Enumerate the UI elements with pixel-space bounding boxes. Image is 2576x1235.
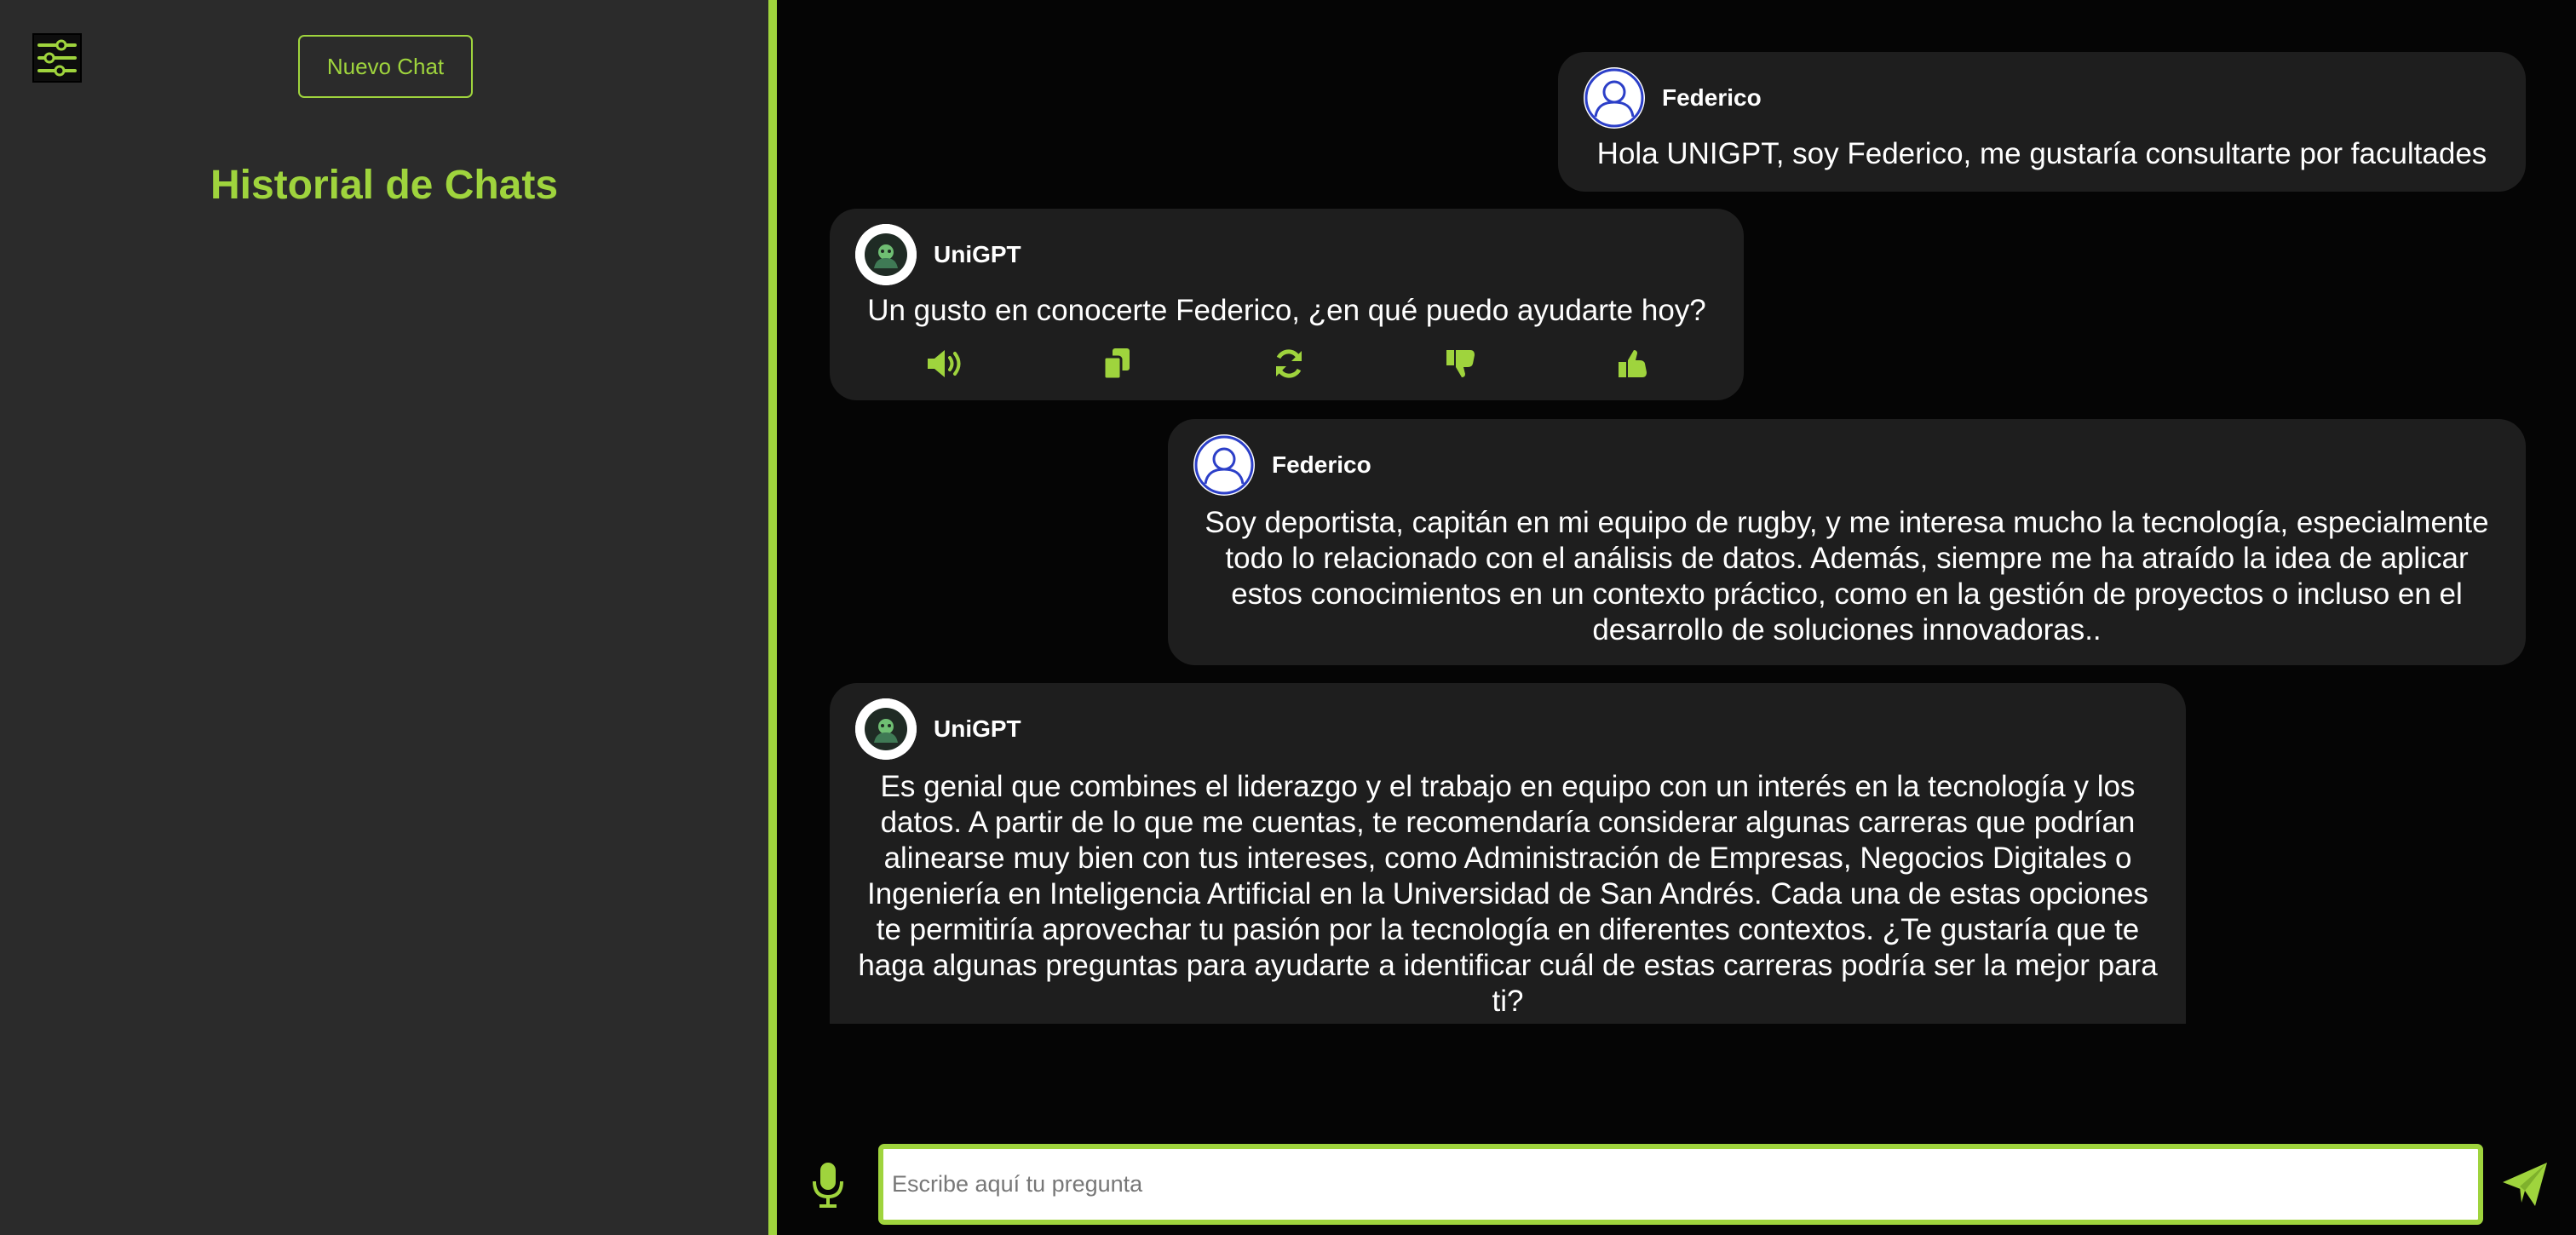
copy-icon <box>1102 348 1130 381</box>
regenerate-button[interactable] <box>1267 345 1311 382</box>
user-avatar-icon <box>1194 435 1254 495</box>
like-button[interactable] <box>1611 345 1655 382</box>
copy-button[interactable] <box>1095 345 1139 382</box>
bot-avatar <box>855 224 917 285</box>
user-avatar <box>1193 434 1255 496</box>
message-text: Un gusto en conocerte Federico, ¿en qué … <box>867 294 1706 327</box>
menu-button[interactable] <box>32 33 82 83</box>
message-text: Es genial que combines el liderazgo y el… <box>858 770 2158 1018</box>
message-sender: Federico <box>1272 451 1371 478</box>
bot-avatar <box>855 698 917 760</box>
assistant-message: UniGPT Un gusto en conocerte Federico, ¿… <box>830 209 1744 400</box>
sidebar-divider <box>768 0 777 1235</box>
bot-avatar-icon <box>855 698 917 760</box>
message-sender: Federico <box>1662 84 1762 111</box>
user-avatar-icon <box>1584 68 1644 128</box>
refresh-icon <box>1276 349 1302 378</box>
message-text: Soy deportista, capitán en mi equipo de … <box>1205 506 2489 646</box>
message-sender: UniGPT <box>934 715 1021 742</box>
user-avatar <box>1584 67 1645 129</box>
speaker-icon <box>928 350 961 377</box>
bot-avatar-icon <box>855 224 917 285</box>
thumbs-up-icon <box>1619 350 1647 377</box>
microphone-icon <box>813 1163 843 1208</box>
chat-history-title: Historial de Chats <box>210 163 559 208</box>
new-chat-button[interactable]: Nuevo Chat <box>298 35 473 98</box>
dislike-button[interactable] <box>1439 345 1483 382</box>
send-icon <box>2503 1163 2547 1206</box>
user-message: Federico Hola UNIGPT, soy Federico, me g… <box>1558 52 2526 192</box>
message-text: Hola UNIGPT, soy Federico, me gustaría c… <box>1596 137 2487 170</box>
sliders-icon <box>37 39 77 77</box>
thumbs-down-icon <box>1446 350 1475 377</box>
voice-input-button[interactable] <box>809 1161 847 1209</box>
send-button[interactable] <box>2499 1160 2550 1209</box>
assistant-message: UniGPT Es genial que combines el lideraz… <box>830 683 2186 1024</box>
user-message: Federico Soy deportista, capitán en mi e… <box>1168 419 2526 665</box>
message-sender: UniGPT <box>934 241 1021 267</box>
sidebar: Nuevo Chat Historial de Chats <box>0 0 768 1235</box>
question-input[interactable] <box>878 1144 2483 1225</box>
read-aloud-button[interactable] <box>923 345 967 382</box>
